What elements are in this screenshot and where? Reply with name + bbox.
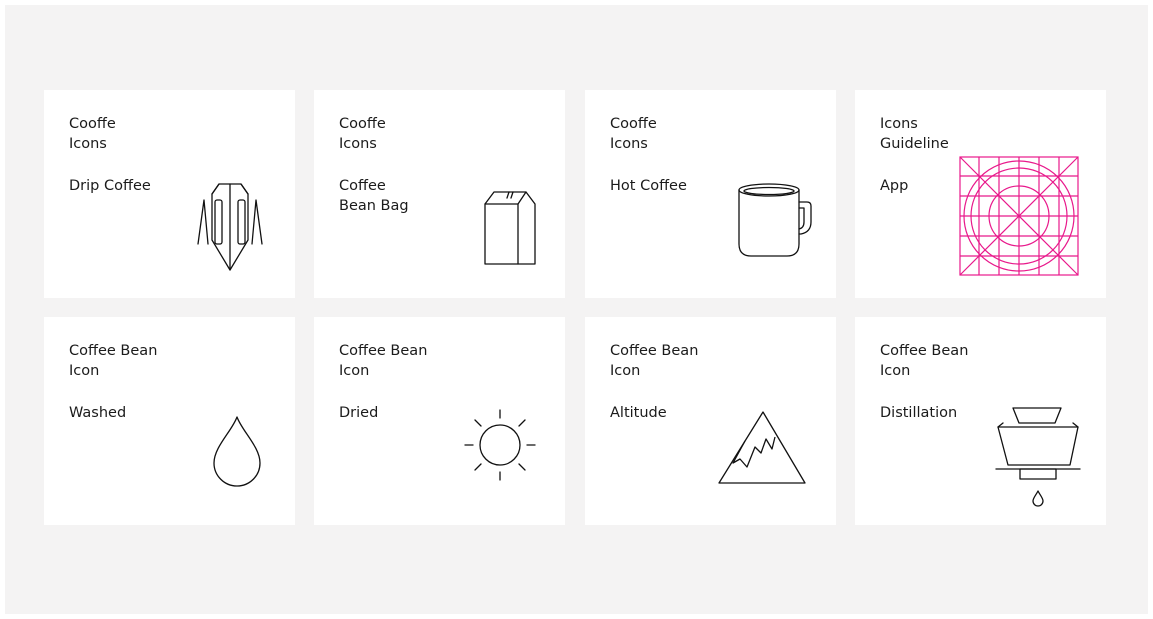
icon-card-guideline[interactable]: Icons Guideline App [855,90,1106,298]
card-label-line: Distillation [880,405,958,421]
card-title: Coffee Bean Icon [610,341,750,381]
sun-icon [464,409,536,481]
card-title-line: Icons [610,136,648,152]
coffee-bean-bag-icon [484,191,536,265]
icon-card-dried[interactable]: Coffee Bean Icon Dried [314,317,565,525]
hot-coffee-mug-icon [738,183,812,257]
pour-over-dripper-icon [995,407,1081,507]
card-title: Icons Guideline [880,114,1020,154]
card-title-line: Cooffe [610,116,657,132]
card-title-line: Cooffe [69,116,116,132]
card-title: Coffee Bean Icon [69,341,209,381]
card-label-line: Altitude [610,405,667,421]
card-label-line: Hot Coffee [610,178,687,194]
card-title: Coffee Bean Icon [880,341,1020,381]
card-title: Coffee Bean Icon [339,341,479,381]
card-label: Hot Coffee [610,176,730,196]
card-label-line: Washed [69,405,127,421]
card-label-line: Drip Coffee [69,178,151,194]
card-label: Coffee Bean Bag [339,176,459,216]
icon-card-distillation[interactable]: Coffee Bean Icon Distillation [855,317,1106,525]
card-title: Cooffe Icons [339,114,479,154]
card-label-line: Bean Bag [339,198,409,214]
card-title-line: Icons [880,116,918,132]
card-title: Cooffe Icons [69,114,209,154]
icon-card-drip-coffee[interactable]: Cooffe Icons Drip Coffee [44,90,295,298]
card-title-line: Icon [339,363,370,379]
water-drop-icon [213,416,261,487]
card-title-line: Icon [69,363,100,379]
icon-card-hot-coffee[interactable]: Cooffe Icons Hot Coffee [585,90,836,298]
card-title-line: Coffee Bean [69,343,158,359]
card-label: Washed [69,403,189,423]
card-title-line: Icon [610,363,641,379]
card-title-line: Coffee Bean [339,343,428,359]
icon-card-coffee-bean-bag[interactable]: Cooffe Icons Coffee Bean Bag [314,90,565,298]
drip-coffee-icon [197,183,263,271]
card-title-line: Icons [69,136,107,152]
card-title-line: Icon [880,363,911,379]
icon-card-altitude[interactable]: Coffee Bean Icon Altitude [585,317,836,525]
icon-card-washed[interactable]: Coffee Bean Icon Washed [44,317,295,525]
card-label-line: Coffee [339,178,386,194]
card-label: Dried [339,403,459,423]
card-title-line: Cooffe [339,116,386,132]
card-title-line: Coffee Bean [610,343,699,359]
card-label: Drip Coffee [69,176,189,196]
card-label: Altitude [610,403,730,423]
card-title-line: Coffee Bean [880,343,969,359]
card-label-line: Dried [339,405,379,421]
card-title-line: Icons [339,136,377,152]
card-title-line: Guideline [880,136,949,152]
icon-guideline-grid-icon [959,156,1079,276]
card-title: Cooffe Icons [610,114,750,154]
card-label: Distillation [880,403,1000,423]
mountain-icon [718,411,806,484]
